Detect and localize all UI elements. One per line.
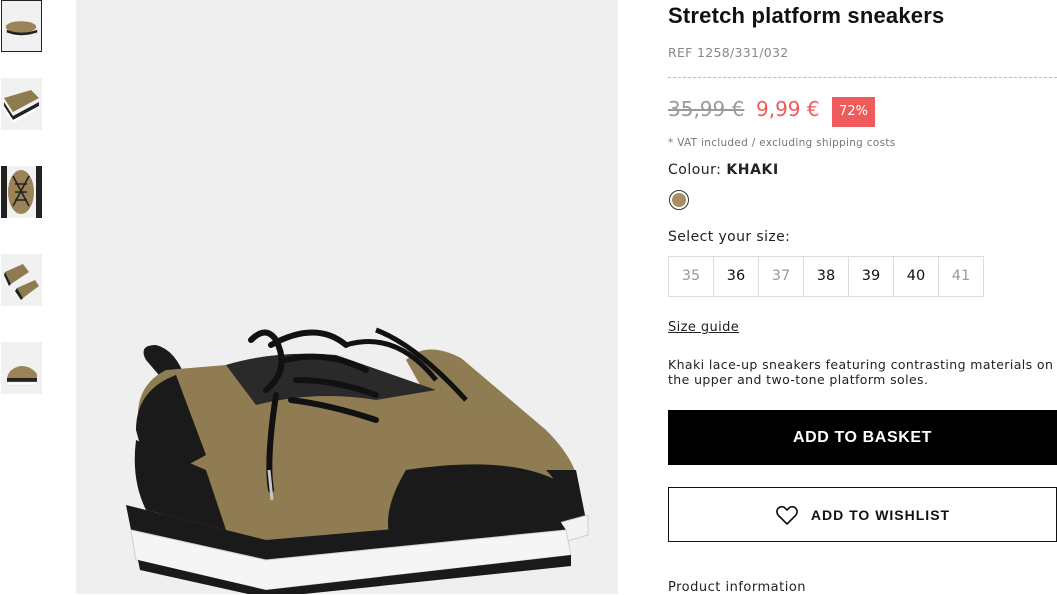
add-to-basket-button[interactable]: ADD TO BASKET [668, 410, 1057, 465]
swatch-fill [672, 193, 686, 207]
product-ref: REF 1258/331/032 [668, 45, 789, 60]
size-option-36[interactable]: 36 [714, 257, 759, 296]
size-option-38[interactable]: 38 [804, 257, 849, 296]
thumb-side-view[interactable] [1, 0, 42, 52]
discount-badge: 72% [832, 97, 875, 127]
wishlist-label: ADD TO WISHLIST [810, 506, 951, 523]
add-to-wishlist-button[interactable]: ADD TO WISHLIST [668, 487, 1057, 542]
size-option-40[interactable]: 40 [894, 257, 939, 296]
size-option-37[interactable]: 37 [759, 257, 804, 296]
size-selector: 35 36 37 38 39 40 41 [668, 256, 984, 297]
thumb-angle-view[interactable] [1, 78, 42, 130]
size-guide-link[interactable]: Size guide [668, 320, 739, 335]
product-description: Khaki lace-up sneakers featuring contras… [668, 357, 1054, 387]
thumb-top-view[interactable] [1, 166, 42, 218]
colour-row: Colour: KHAKI [668, 162, 779, 178]
main-product-image[interactable] [76, 0, 618, 594]
size-option-39[interactable]: 39 [849, 257, 894, 296]
sale-price: 9,99 € [756, 97, 820, 121]
vat-note: * VAT included / excluding shipping cost… [668, 137, 896, 149]
product-information-tab[interactable]: Product information [668, 580, 806, 595]
thumb-pair-view[interactable] [1, 254, 42, 306]
thumb-profile-view[interactable] [1, 342, 42, 394]
divider [668, 77, 1057, 78]
colour-label: Colour: [668, 162, 722, 178]
colour-swatch-khaki[interactable] [669, 190, 689, 210]
size-label: Select your size: [668, 229, 791, 245]
colour-value: KHAKI [726, 162, 779, 178]
size-option-41[interactable]: 41 [939, 257, 983, 296]
product-title: Stretch platform sneakers [668, 3, 945, 28]
heart-icon [775, 505, 798, 525]
old-price: 35,99 € [668, 97, 745, 121]
sneaker-illustration [126, 327, 589, 594]
size-option-35[interactable]: 35 [669, 257, 714, 296]
